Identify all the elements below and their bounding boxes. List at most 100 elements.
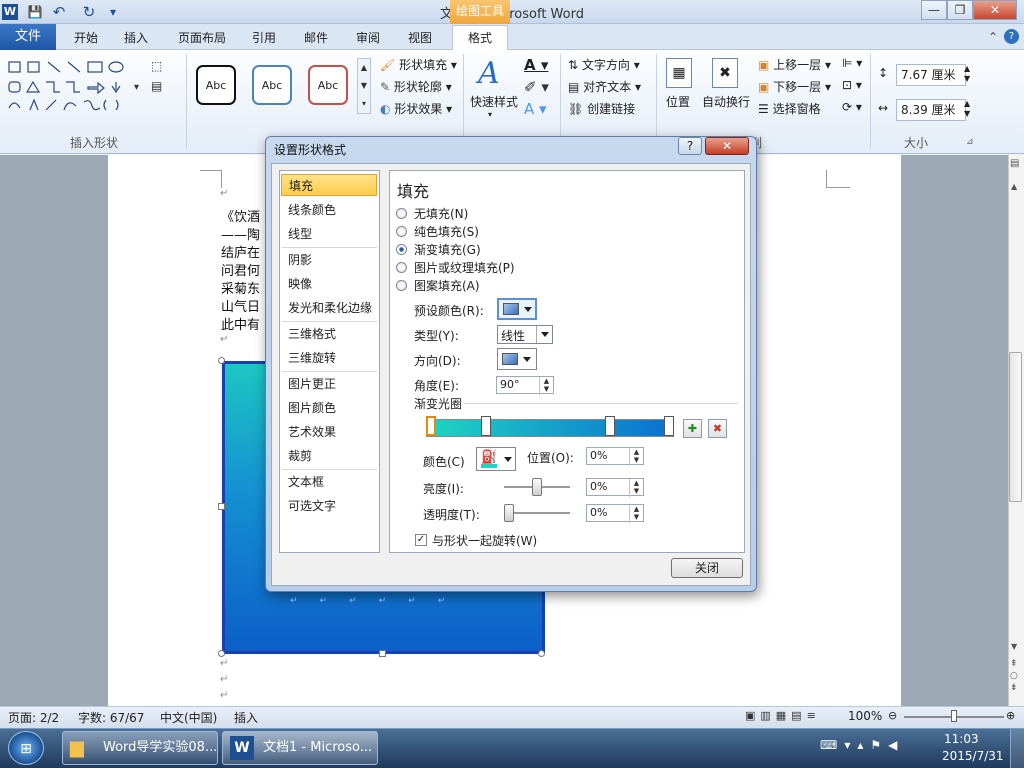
gradient-stop[interactable] (426, 416, 436, 436)
language-indicator[interactable]: 中文(中国) (160, 709, 217, 726)
rotate-with-shape-label[interactable]: 与形状一起旋转(W) (432, 532, 537, 549)
preset-colors-dropdown[interactable] (497, 298, 537, 320)
restore-button[interactable]: ❐ (947, 0, 973, 20)
group-icon[interactable]: ⊡ ▾ (842, 78, 862, 92)
transparency-input[interactable]: 0% ▲ ▼ (586, 504, 644, 523)
clock-time[interactable]: 11:03 (944, 732, 979, 746)
quick-styles-button[interactable]: 快速样式 (470, 93, 518, 110)
add-stop-button[interactable]: ✚ (683, 419, 702, 438)
dialog-help-button[interactable]: ? (678, 137, 702, 155)
solid-fill-radio[interactable] (396, 226, 407, 237)
tab-insert[interactable]: 插入 (116, 28, 156, 48)
ruler-toggle-icon[interactable]: ▤ (1010, 158, 1019, 169)
zoom-out-icon[interactable]: ⊖ (888, 709, 897, 722)
position-input[interactable]: 0% ▲ ▼ (586, 447, 644, 466)
solid-fill-label[interactable]: 纯色填充(S) (414, 223, 479, 240)
zoom-level[interactable]: 100% (848, 709, 882, 723)
shape-style-3[interactable]: Abc (308, 65, 348, 105)
category-3d-format[interactable]: 三维格式 (281, 323, 377, 345)
browse-object-icons[interactable]: ⇞ ○ ⇟ (1010, 658, 1018, 694)
category-text-box[interactable]: 文本框 (281, 471, 377, 493)
category-reflection[interactable]: 映像 (281, 273, 377, 295)
shape-style-1[interactable]: Abc (196, 65, 236, 105)
help-icon[interactable]: ? (1004, 29, 1019, 44)
category-picture-corrections[interactable]: 图片更正 (281, 373, 377, 395)
no-fill-radio[interactable] (396, 208, 407, 219)
tab-file[interactable]: 文件 (0, 24, 56, 50)
wrap-text-button[interactable]: 自动换行 (702, 93, 750, 110)
resize-handle[interactable] (218, 503, 225, 510)
selection-pane-button[interactable]: ☰ 选择窗格 (758, 100, 821, 117)
category-line-color[interactable]: 线条颜色 (281, 199, 377, 221)
window-close-button[interactable]: ✕ (973, 0, 1017, 20)
insert-mode[interactable]: 插入 (234, 709, 258, 726)
category-shadow[interactable]: 阴影 (281, 249, 377, 271)
direction-dropdown[interactable] (497, 348, 537, 370)
category-glow[interactable]: 发光和柔化边缘 (281, 297, 377, 319)
shape-fill-button[interactable]: 🖌 形状填充 ▾ (380, 56, 457, 73)
gradient-fill-label[interactable]: 渐变填充(G) (414, 241, 481, 258)
clock-date[interactable]: 2015/7/31 (942, 749, 1004, 763)
bring-forward-button[interactable]: ▣ 上移一层 ▾ (758, 56, 831, 73)
shape-outline-button[interactable]: ✎ 形状轮廓 ▾ (380, 78, 452, 95)
brightness-spinner[interactable]: ▲ ▼ (629, 479, 643, 497)
minimize-button[interactable]: — (921, 0, 947, 20)
text-direction-button[interactable]: ⇅ 文字方向 ▾ (568, 56, 640, 73)
stop-color-dropdown[interactable]: ⛽ (476, 447, 516, 471)
start-button[interactable]: ⊞ (8, 731, 44, 765)
text-effects-icon[interactable]: A ▾ (524, 100, 547, 118)
view-buttons[interactable]: ▣▥▦▤≡ (745, 709, 821, 722)
type-dropdown[interactable]: 线性 (497, 325, 553, 344)
transparency-spinner[interactable]: ▲ ▼ (629, 505, 643, 523)
gradient-stop[interactable] (481, 416, 491, 436)
shape-effects-button[interactable]: ◐ 形状效果 ▾ (380, 100, 452, 117)
taskbar-item-explorer[interactable]: Word导学实验08... (62, 731, 218, 765)
resize-handle[interactable] (218, 357, 225, 364)
type-dropdown-button[interactable] (536, 326, 552, 343)
send-backward-button[interactable]: ▣ 下移一层 ▾ (758, 78, 831, 95)
pattern-fill-label[interactable]: 图案填充(A) (414, 277, 480, 294)
tab-format[interactable]: 格式 (452, 25, 508, 51)
category-3d-rotation[interactable]: 三维旋转 (281, 347, 377, 369)
tab-mailings[interactable]: 邮件 (296, 28, 336, 48)
tray-icons[interactable]: ⌨▾▴⚑◀ (820, 738, 904, 752)
position-spinner[interactable]: ▲ ▼ (629, 448, 643, 466)
angle-input[interactable]: 90° ▲ ▼ (496, 376, 554, 395)
shape-width-input[interactable]: 8.39 厘米 (896, 99, 966, 121)
tab-view[interactable]: 视图 (400, 28, 440, 48)
brightness-slider-thumb[interactable] (532, 478, 542, 496)
shapes-gallery[interactable]: ▾ ⬚ ▤ (6, 58, 182, 118)
gradient-stop[interactable] (605, 416, 615, 436)
pattern-fill-radio[interactable] (396, 280, 407, 291)
angle-spinner[interactable]: ▲ ▼ (539, 377, 553, 395)
category-line-style[interactable]: 线型 (281, 223, 377, 245)
resize-handle[interactable] (218, 650, 225, 657)
category-fill[interactable]: 填充 (281, 174, 377, 196)
position-button[interactable]: 位置 (666, 93, 690, 110)
tab-review[interactable]: 审阅 (348, 28, 388, 48)
shape-height-input[interactable]: 7.67 厘米 (896, 64, 966, 86)
text-outline-icon[interactable]: ✐ ▾ (524, 78, 549, 96)
align-text-button[interactable]: ▤ 对齐文本 ▾ (568, 78, 641, 95)
rotate-with-shape-checkbox[interactable]: ✓ (415, 534, 427, 546)
page-count[interactable]: 页面: 2/2 (8, 709, 59, 726)
brightness-input[interactable]: 0% ▲ ▼ (586, 478, 644, 497)
scroll-up-arrow[interactable]: ▲ (1011, 182, 1017, 191)
gradient-fill-radio[interactable] (396, 244, 407, 255)
zoom-slider-thumb[interactable] (951, 710, 957, 722)
resize-handle[interactable] (379, 650, 386, 657)
category-picture-color[interactable]: 图片颜色 (281, 397, 377, 419)
word-count[interactable]: 字数: 67/67 (78, 709, 144, 726)
remove-stop-button[interactable]: ✖ (708, 419, 727, 438)
no-fill-label[interactable]: 无填充(N) (414, 205, 468, 222)
shape-style-2[interactable]: Abc (252, 65, 292, 105)
create-link-button[interactable]: ⛓ 创建链接 (568, 100, 635, 117)
category-alt-text[interactable]: 可选文字 (281, 495, 377, 517)
resize-handle[interactable] (538, 650, 545, 657)
picture-fill-label[interactable]: 图片或纹理填充(P) (414, 259, 515, 276)
tab-home[interactable]: 开始 (64, 28, 108, 48)
transparency-slider-thumb[interactable] (504, 504, 514, 522)
category-crop[interactable]: 裁剪 (281, 445, 377, 467)
picture-fill-radio[interactable] (396, 262, 407, 273)
text-fill-icon[interactable]: A ▾ (524, 56, 548, 74)
